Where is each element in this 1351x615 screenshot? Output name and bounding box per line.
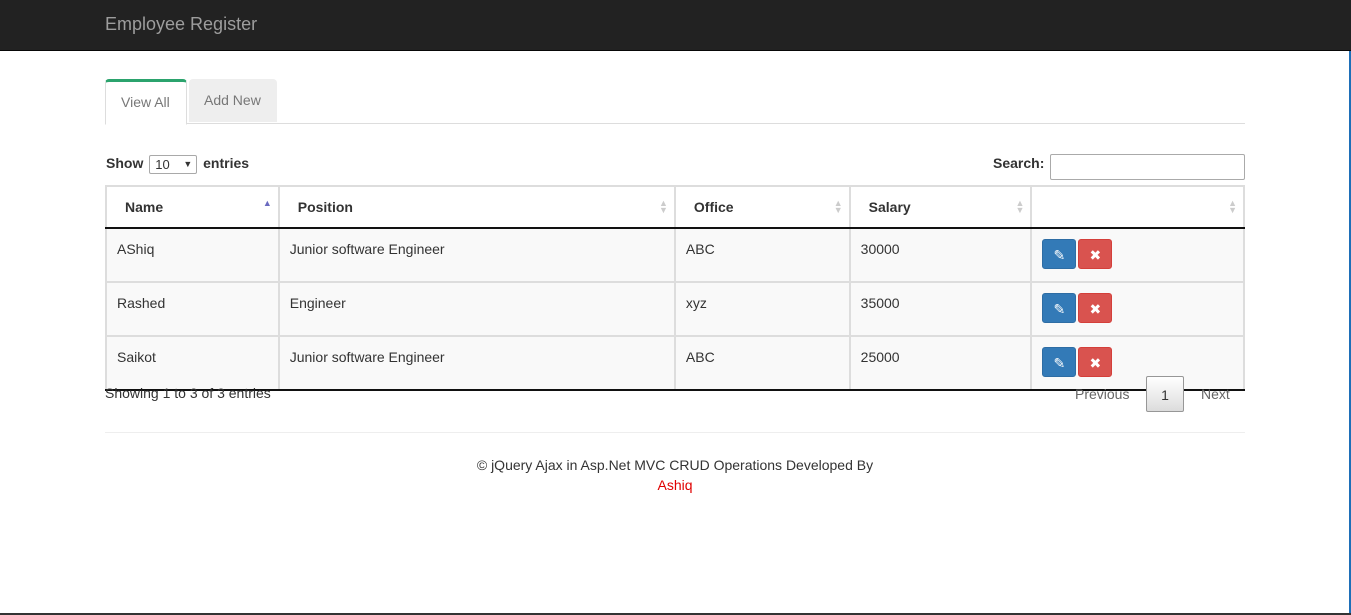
cell-name: AShiq xyxy=(105,228,280,283)
table-info: Showing 1 to 3 of 3 entries xyxy=(105,385,271,401)
edit-button[interactable]: ✎ xyxy=(1042,239,1077,269)
page-1-button[interactable]: 1 xyxy=(1146,376,1184,412)
column-header-salary[interactable]: Salary ▲ ▼ xyxy=(848,185,1033,229)
header-label: Position xyxy=(297,199,353,215)
sort-both-icon: ▲ ▼ xyxy=(659,198,668,215)
previous-page-button[interactable]: Previous xyxy=(1075,376,1129,412)
cell-actions: ✎ ✖ xyxy=(1030,228,1245,283)
cell-name: Saikot xyxy=(105,336,280,391)
chevron-down-icon: ▼ xyxy=(183,159,193,169)
cell-position: Junior software Engineer xyxy=(277,228,676,283)
sort-both-icon: ▲ ▼ xyxy=(1015,198,1025,215)
navbar: Employee Register xyxy=(0,0,1351,51)
table-row: Saikot Junior software Engineer ABC 2500… xyxy=(105,336,1245,391)
cell-salary: 30000 xyxy=(848,228,1033,283)
sort-both-icon: ▲ ▼ xyxy=(833,198,843,215)
tab-add-new[interactable]: Add New xyxy=(189,79,277,122)
delete-button[interactable]: ✖ xyxy=(1078,293,1113,323)
column-header-position[interactable]: Position ▲ ▼ xyxy=(277,185,676,229)
header-label: Salary xyxy=(868,199,911,215)
footer: © jQuery Ajax in Asp.Net MVC CRUD Operat… xyxy=(105,455,1245,495)
cell-office: xyz xyxy=(673,282,851,337)
table-row: Rashed Engineer xyz 35000 ✎ ✖ xyxy=(105,282,1245,337)
cell-salary: 25000 xyxy=(848,336,1033,391)
close-icon: ✖ xyxy=(1089,247,1102,263)
search-label: Search: xyxy=(993,155,1045,171)
close-icon: ✖ xyxy=(1089,355,1102,371)
next-page-button[interactable]: Next xyxy=(1201,376,1230,412)
footer-author: Ashiq xyxy=(657,477,693,493)
pencil-icon: ✎ xyxy=(1053,301,1066,317)
entries-per-page-value: 10 xyxy=(155,157,170,172)
cell-salary: 35000 xyxy=(848,282,1033,337)
search-control: Search: xyxy=(993,154,1245,180)
cell-name: Rashed xyxy=(105,282,280,337)
delete-button[interactable]: ✖ xyxy=(1078,347,1113,377)
entries-per-page-select[interactable]: 10 ▼ xyxy=(149,155,198,174)
sort-ascending-icon: ▲ xyxy=(262,198,272,208)
tab-view-all[interactable]: View All xyxy=(105,79,187,125)
header-label: Office xyxy=(693,199,734,215)
brand-link[interactable]: Employee Register xyxy=(105,14,257,35)
edit-button[interactable]: ✎ xyxy=(1042,347,1077,377)
length-suffix-label: entries xyxy=(203,155,250,172)
pencil-icon: ✎ xyxy=(1053,247,1066,263)
sort-both-icon: ▲ ▼ xyxy=(1228,198,1237,215)
search-input[interactable] xyxy=(1050,154,1245,180)
column-header-name[interactable]: Name ▲ xyxy=(105,185,280,229)
cell-office: ABC xyxy=(673,228,851,283)
column-header-actions[interactable]: ▲ ▼ xyxy=(1030,185,1245,229)
footer-text: © jQuery Ajax in Asp.Net MVC CRUD Operat… xyxy=(476,457,874,473)
close-icon: ✖ xyxy=(1089,301,1102,317)
divider xyxy=(105,432,1245,433)
edit-button[interactable]: ✎ xyxy=(1042,293,1077,323)
cell-office: ABC xyxy=(673,336,851,391)
pencil-icon: ✎ xyxy=(1053,355,1066,371)
employee-table: Name ▲ Position ▲ ▼ Office ▲ ▼ Salary ▲ ▼ ▲ ▼ AS… xyxy=(105,185,1245,391)
delete-button[interactable]: ✖ xyxy=(1078,239,1113,269)
cell-position: Junior software Engineer xyxy=(277,336,676,391)
cell-actions: ✎ ✖ xyxy=(1030,282,1245,337)
entries-length-control: Show 10 ▼ entries xyxy=(106,155,249,174)
table-row: AShiq Junior software Engineer ABC 30000… xyxy=(105,228,1245,283)
cell-position: Engineer xyxy=(277,282,676,337)
length-prefix-label: Show xyxy=(106,155,144,172)
column-header-office[interactable]: Office ▲ ▼ xyxy=(673,185,851,229)
tab-bar: View All Add New xyxy=(105,79,1245,125)
header-label: Name xyxy=(125,199,164,215)
